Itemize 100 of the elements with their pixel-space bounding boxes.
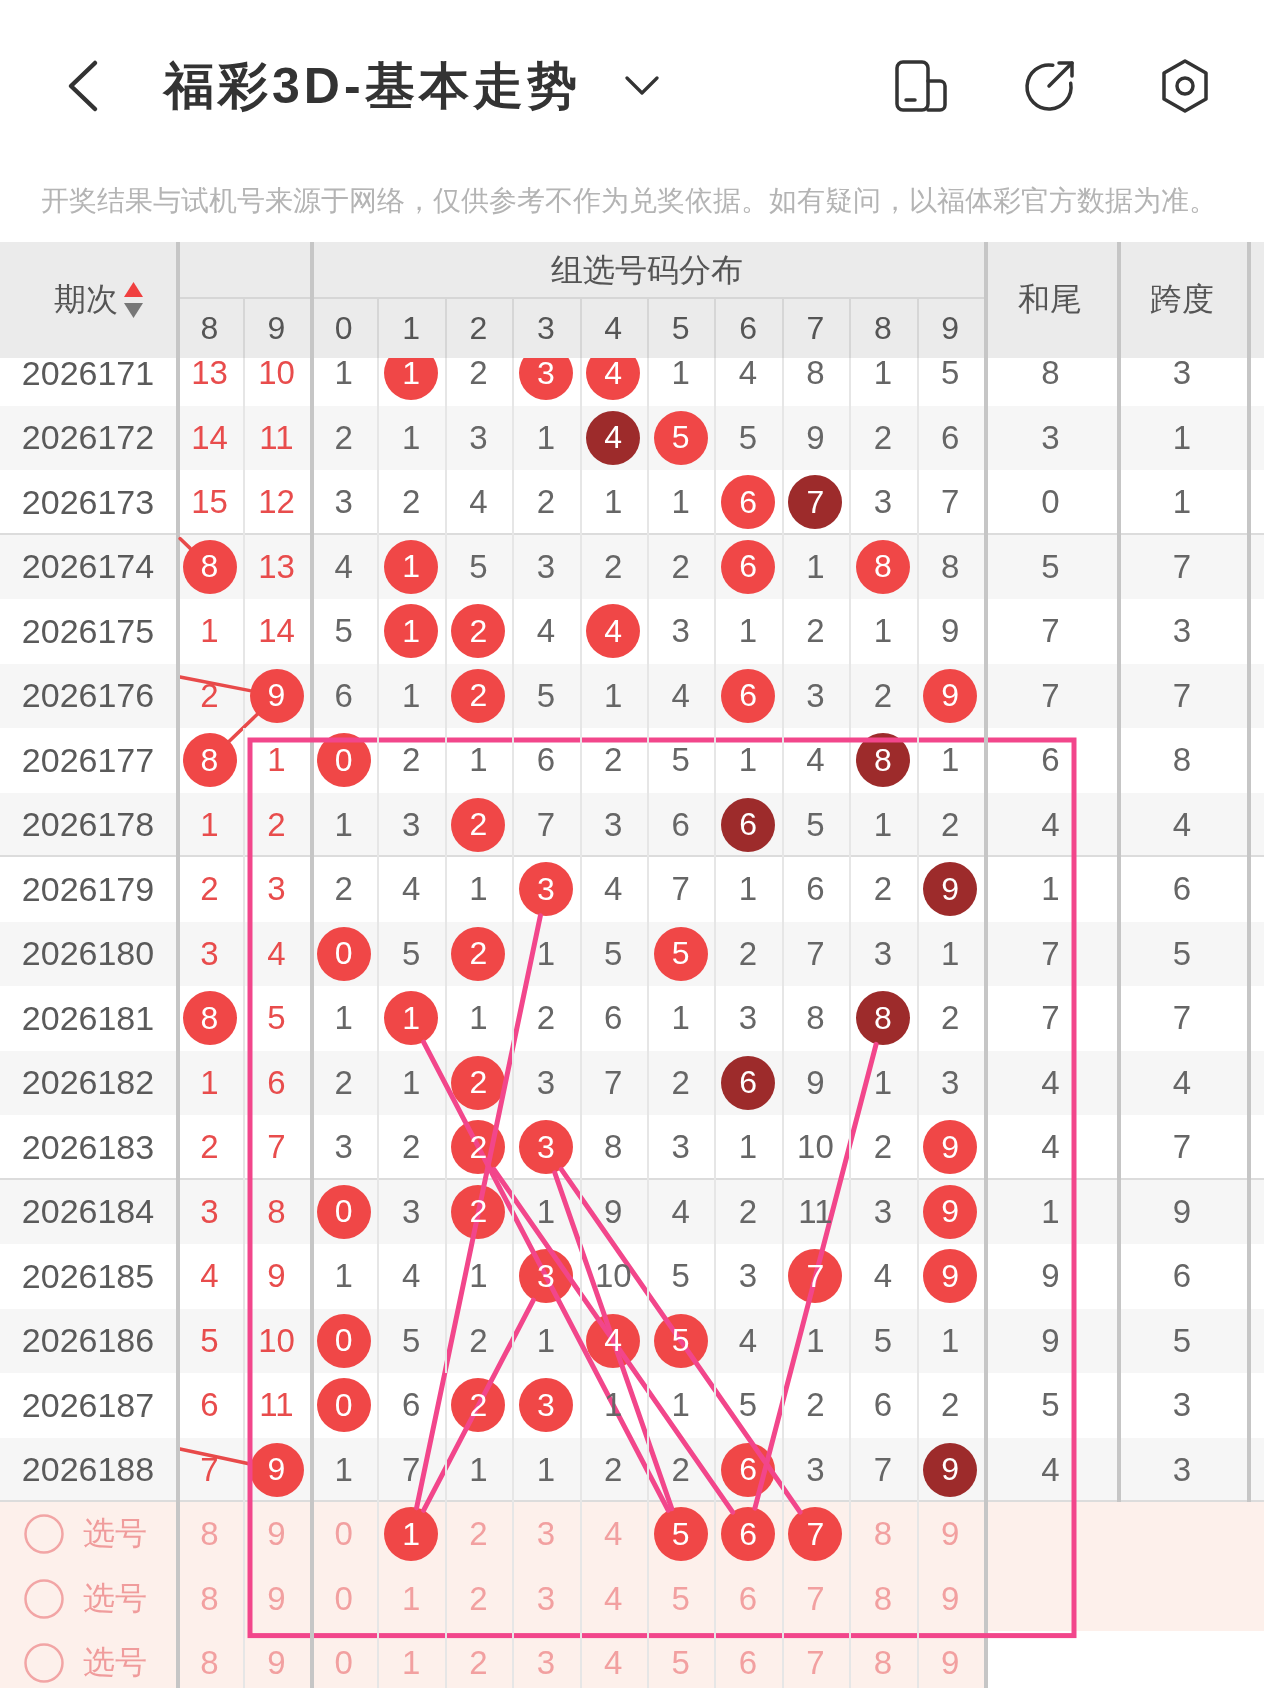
number-option[interactable]: 8 — [849, 1566, 917, 1631]
number-option[interactable]: 5 — [646, 1566, 715, 1631]
table-cell: 7 — [243, 1115, 310, 1180]
table-cell: 1 — [1116, 470, 1247, 535]
table-cell: 2 — [849, 857, 917, 922]
back-icon[interactable] — [66, 59, 100, 113]
number-option[interactable]: 8 — [849, 1631, 917, 1688]
number-option[interactable]: 0 — [310, 1631, 378, 1688]
table-cell: 6 — [983, 728, 1117, 793]
number-option[interactable]: 1 — [377, 1631, 445, 1688]
radio-button[interactable] — [24, 1578, 64, 1619]
column-header: 9 — [916, 299, 984, 358]
table-cell: 3 — [310, 470, 378, 535]
table-cell: 2 — [916, 986, 984, 1051]
number-option[interactable]: 6 — [714, 1566, 782, 1631]
number-ball[interactable]: 6 — [721, 1507, 776, 1562]
number-ball: 8 — [182, 991, 237, 1046]
number-option[interactable]: 9 — [916, 1502, 984, 1567]
number-ball: 6 — [721, 1055, 776, 1110]
number-option[interactable]: 8 — [176, 1502, 243, 1567]
table-cell: 3 — [849, 1179, 917, 1244]
number-option[interactable]: 1 — [377, 1566, 445, 1631]
number-option[interactable]: 9 — [243, 1566, 310, 1631]
number-ball: 2 — [451, 1378, 506, 1433]
number-ball: 9 — [923, 668, 978, 723]
number-option[interactable]: 8 — [849, 1502, 917, 1567]
table-cell: 6 — [377, 1373, 445, 1438]
radio-button[interactable] — [24, 1514, 64, 1555]
table-cell: 2 — [849, 405, 917, 470]
table-cell: 3 — [579, 792, 647, 857]
table-cell: 1 — [849, 1050, 917, 1115]
number-ball: 9 — [249, 668, 304, 723]
column-header: 6 — [714, 299, 782, 358]
table-cell: 2 — [444, 358, 513, 406]
number-ball[interactable]: 1 — [384, 1507, 439, 1562]
number-option[interactable]: 2 — [444, 1631, 513, 1688]
table-cell: 6 — [1116, 1244, 1247, 1309]
table-cell: 2 — [377, 470, 445, 535]
number-ball: 0 — [316, 1313, 371, 1368]
period-cell-text: 2026178 — [20, 804, 156, 846]
disclaimer-text: 开奖结果与试机号来源于网络，仅供参考不作为兑奖依据。如有疑问，以福体彩官方数据为准。 — [40, 184, 1218, 218]
radio-button[interactable] — [24, 1643, 64, 1684]
table-cell: 9 — [781, 405, 850, 470]
table-cell: 2 — [781, 1373, 850, 1438]
table-cell: 7 — [1116, 534, 1247, 599]
settings-icon[interactable] — [1159, 58, 1211, 114]
table-cell: 13 — [176, 358, 243, 406]
number-ball[interactable]: 7 — [788, 1507, 843, 1562]
table-cell: 5 — [579, 921, 647, 986]
table-cell: 1 — [579, 663, 647, 728]
number-option[interactable]: 7 — [781, 1631, 850, 1688]
number-option[interactable]: 9 — [243, 1502, 310, 1567]
number-option[interactable]: 9 — [916, 1566, 984, 1631]
table-cell: 1 — [916, 1308, 984, 1373]
table-cell: 4 — [444, 470, 513, 535]
table-cell: 6 — [646, 792, 715, 857]
table-cell: 1 — [310, 1437, 378, 1502]
table-cell: 5 — [849, 1308, 917, 1373]
chevron-down-icon[interactable] — [624, 76, 659, 96]
table-cell: 3 — [849, 921, 917, 986]
table-cell: 9 — [983, 1308, 1117, 1373]
table-cell: 2 — [176, 1115, 243, 1180]
number-option[interactable]: 4 — [579, 1631, 647, 1688]
table-cell: 1 — [377, 663, 445, 728]
sort-icon[interactable] — [123, 282, 143, 318]
number-option[interactable]: 5 — [646, 1631, 715, 1688]
table-cell: 2 — [579, 534, 647, 599]
table-cell: 11 — [781, 1179, 850, 1244]
number-option[interactable]: 0 — [310, 1566, 378, 1631]
devices-icon[interactable] — [895, 60, 947, 112]
column-header[interactable]: 期次 — [53, 278, 118, 322]
number-option[interactable]: 3 — [512, 1502, 580, 1567]
number-option[interactable]: 7 — [781, 1566, 850, 1631]
number-ball: 5 — [653, 1313, 708, 1368]
period-cell-text: 2026174 — [20, 546, 156, 588]
number-option[interactable]: 0 — [310, 1502, 378, 1567]
number-option[interactable]: 9 — [243, 1631, 310, 1688]
number-option[interactable]: 2 — [444, 1566, 513, 1631]
table-cell: 1 — [377, 405, 445, 470]
number-option[interactable]: 3 — [512, 1631, 580, 1688]
share-icon[interactable] — [1022, 59, 1076, 113]
table-cell: 2 — [714, 1179, 782, 1244]
number-option[interactable]: 3 — [512, 1566, 580, 1631]
table-cell: 3 — [1116, 599, 1247, 664]
table-cell: 4 — [1116, 1050, 1247, 1115]
table-cell: 2 — [849, 1115, 917, 1180]
number-option[interactable]: 4 — [579, 1502, 647, 1567]
number-option[interactable]: 6 — [714, 1631, 782, 1688]
table-cell: 3 — [310, 1115, 378, 1180]
number-option[interactable]: 8 — [176, 1631, 243, 1688]
number-option[interactable]: 9 — [916, 1631, 984, 1688]
number-option[interactable]: 4 — [579, 1566, 647, 1631]
table-cell: 1 — [444, 1244, 513, 1309]
table-cell: 10 — [243, 358, 310, 406]
number-option[interactable]: 2 — [444, 1502, 513, 1567]
number-ball[interactable]: 5 — [653, 1507, 708, 1562]
table-cell: 1 — [714, 1115, 782, 1180]
number-ball: 2 — [451, 1055, 506, 1110]
number-option[interactable]: 8 — [176, 1566, 243, 1631]
table-cell: 1 — [916, 728, 984, 793]
